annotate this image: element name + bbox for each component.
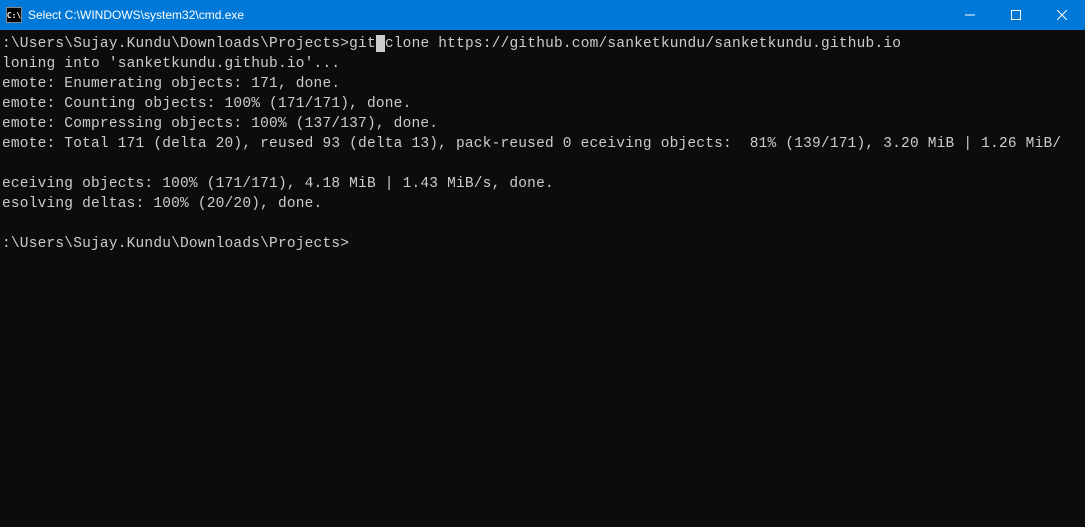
cmd-icon: C:\ bbox=[6, 7, 22, 23]
terminal-line: emote: Counting objects: 100% (171/171),… bbox=[2, 94, 1083, 114]
maximize-button[interactable] bbox=[993, 0, 1039, 30]
terminal-line: :\Users\Sujay.Kundu\Downloads\Projects> bbox=[2, 234, 1083, 254]
terminal-line bbox=[2, 154, 1083, 174]
command-text: git bbox=[349, 36, 376, 52]
terminal-area[interactable]: :\Users\Sujay.Kundu\Downloads\Projects>g… bbox=[0, 30, 1085, 527]
minimize-button[interactable] bbox=[947, 0, 993, 30]
window-title: Select C:\WINDOWS\system32\cmd.exe bbox=[28, 8, 244, 22]
terminal-line: eceiving objects: 100% (171/171), 4.18 M… bbox=[2, 174, 1083, 194]
terminal-line: emote: Total 171 (delta 20), reused 93 (… bbox=[2, 134, 1083, 154]
prompt: :\Users\Sujay.Kundu\Downloads\Projects> bbox=[2, 236, 349, 252]
terminal-line: :\Users\Sujay.Kundu\Downloads\Projects>g… bbox=[2, 34, 1083, 54]
titlebar[interactable]: C:\ Select C:\WINDOWS\system32\cmd.exe bbox=[0, 0, 1085, 30]
selection-cursor bbox=[376, 35, 385, 52]
close-icon bbox=[1057, 10, 1067, 20]
terminal-line: emote: Enumerating objects: 171, done. bbox=[2, 74, 1083, 94]
terminal-line: esolving deltas: 100% (20/20), done. bbox=[2, 194, 1083, 214]
close-button[interactable] bbox=[1039, 0, 1085, 30]
terminal-line bbox=[2, 214, 1083, 234]
cmd-icon-text: C:\ bbox=[7, 11, 21, 20]
prompt: :\Users\Sujay.Kundu\Downloads\Projects> bbox=[2, 36, 349, 52]
minimize-icon bbox=[965, 10, 975, 20]
terminal-line: emote: Compressing objects: 100% (137/13… bbox=[2, 114, 1083, 134]
command-text: clone https://github.com/sanketkundu/san… bbox=[385, 36, 901, 52]
window-controls bbox=[947, 0, 1085, 30]
terminal-line: loning into 'sanketkundu.github.io'... bbox=[2, 54, 1083, 74]
maximize-icon bbox=[1011, 10, 1021, 20]
